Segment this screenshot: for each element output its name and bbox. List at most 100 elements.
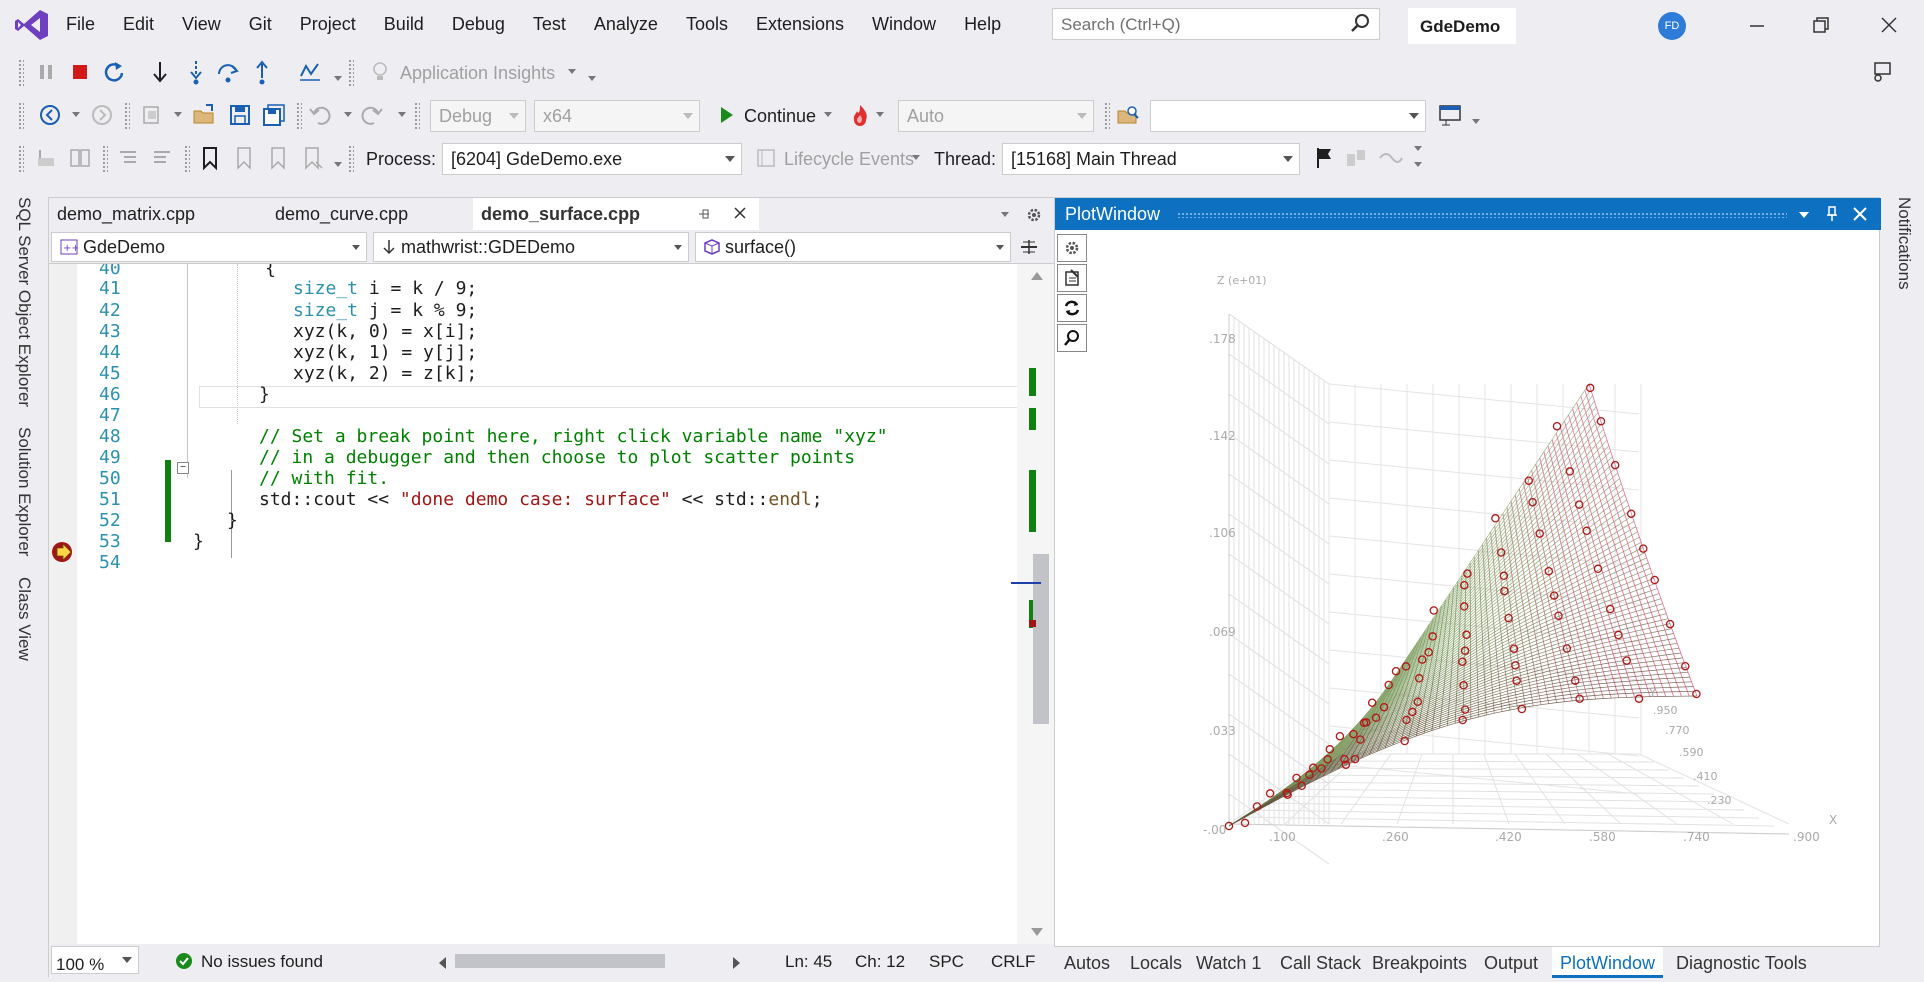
clear-bookmarks-icon[interactable]	[298, 144, 326, 172]
step-into-icon[interactable]	[182, 58, 210, 86]
continue-button[interactable]: Continue	[744, 106, 816, 127]
toolbar-grip[interactable]	[102, 145, 108, 173]
close-icon[interactable]	[1853, 207, 1867, 221]
outdent-icon[interactable]	[148, 144, 176, 172]
stack-frame-icon[interactable]	[32, 144, 60, 172]
feedback-icon[interactable]	[1868, 58, 1896, 86]
dropdown-arrow-icon[interactable]	[1472, 119, 1480, 124]
show-threads-in-source-icon[interactable]	[1376, 144, 1404, 172]
menu-window[interactable]: Window	[858, 14, 950, 35]
scroll-thumb[interactable]	[1033, 554, 1049, 724]
dropdown-arrow-icon[interactable]	[174, 112, 182, 117]
scroll-left-icon[interactable]	[439, 957, 446, 969]
horizontal-scroll-thumb[interactable]	[455, 954, 665, 968]
bookmark-icon[interactable]	[196, 144, 224, 172]
dropdown-arrow-icon[interactable]	[912, 155, 920, 160]
menu-project[interactable]: Project	[286, 14, 370, 35]
dropdown-arrow-icon[interactable]	[1414, 162, 1422, 167]
visual-studio-logo-icon[interactable]	[14, 8, 50, 42]
toolbar-grip[interactable]	[18, 102, 24, 130]
tab-call-stack[interactable]: Call Stack	[1280, 953, 1361, 974]
plot-window-title-bar[interactable]: PlotWindow	[1055, 198, 1881, 230]
undo-icon[interactable]	[306, 101, 334, 129]
dropdown-arrow-icon[interactable]	[1414, 146, 1422, 151]
pin-icon[interactable]	[697, 207, 711, 221]
pin-icon[interactable]	[1825, 206, 1839, 222]
tab-demo-surface[interactable]: demo_surface.cpp	[473, 198, 759, 230]
toolbar-grip[interactable]	[18, 145, 24, 173]
plot-zoom-button[interactable]	[1057, 324, 1087, 352]
application-insights-button[interactable]: Application Insights	[400, 63, 555, 84]
line-indicator[interactable]: Ln: 45	[785, 952, 832, 972]
restart-icon[interactable]	[100, 58, 128, 86]
new-project-icon[interactable]	[138, 101, 166, 129]
dropdown-arrow-icon[interactable]	[334, 76, 342, 81]
toolbar-grip[interactable]	[348, 59, 354, 87]
toolbar-grip[interactable]	[1104, 102, 1110, 130]
find-combo-input[interactable]	[1150, 100, 1426, 132]
lifecycle-events-icon[interactable]	[752, 144, 780, 172]
previous-bookmark-icon[interactable]	[230, 144, 258, 172]
menu-file[interactable]: File	[52, 14, 109, 35]
plot-refresh-button[interactable]	[1057, 294, 1087, 322]
menu-debug[interactable]: Debug	[438, 14, 519, 35]
dropdown-arrow-icon[interactable]	[588, 76, 596, 81]
solution-explorer-icon[interactable]	[1436, 101, 1464, 129]
save-all-icon[interactable]	[260, 101, 288, 129]
member-select[interactable]: surface()	[695, 232, 1011, 262]
stop-icon[interactable]	[66, 58, 94, 86]
indent-icon[interactable]	[114, 144, 142, 172]
dropdown-arrow-icon[interactable]	[876, 112, 884, 117]
tab-watch-1[interactable]: Watch 1	[1196, 953, 1261, 974]
step-out-icon[interactable]	[248, 58, 276, 86]
whitespace-indicator[interactable]: SPC	[929, 952, 964, 972]
menu-git[interactable]: Git	[235, 14, 286, 35]
auto-select[interactable]: Auto	[898, 100, 1094, 132]
scroll-down-icon[interactable]	[1031, 928, 1043, 936]
menu-extensions[interactable]: Extensions	[742, 14, 858, 35]
hot-reload-icon[interactable]	[296, 58, 324, 86]
tab-class-view[interactable]: Class View	[14, 577, 34, 661]
toolbar-grip[interactable]	[414, 102, 420, 130]
split-editor-icon[interactable]	[1019, 238, 1039, 256]
menu-edit[interactable]: Edit	[109, 14, 168, 35]
window-menu-icon[interactable]	[1799, 212, 1809, 218]
play-icon[interactable]	[712, 101, 740, 129]
menu-analyze[interactable]: Analyze	[580, 14, 672, 35]
tab-list-dropdown-icon[interactable]	[1001, 212, 1009, 217]
menu-help[interactable]: Help	[950, 14, 1015, 35]
menu-tools[interactable]: Tools	[672, 14, 742, 35]
issues-status[interactable]: No issues found	[201, 952, 323, 972]
toolbar-grip[interactable]	[124, 102, 130, 130]
back-icon[interactable]	[36, 101, 64, 129]
project-select[interactable]: ++ GdeDemo	[51, 232, 367, 262]
tab-breakpoints[interactable]: Breakpoints	[1372, 953, 1467, 974]
dropdown-arrow-icon[interactable]	[824, 112, 832, 117]
tab-diagnostic-tools[interactable]: Diagnostic Tools	[1676, 953, 1807, 974]
toolbar-grip[interactable]	[18, 59, 24, 87]
dropdown-arrow-icon[interactable]	[398, 112, 406, 117]
tab-solution-explorer[interactable]: Solution Explorer	[14, 427, 34, 556]
find-in-files-icon[interactable]	[1114, 101, 1142, 129]
dropdown-arrow-icon[interactable]	[344, 112, 352, 117]
next-bookmark-icon[interactable]	[264, 144, 292, 172]
forward-icon[interactable]	[88, 101, 116, 129]
search-input[interactable]: Search (Ctrl+Q)	[1052, 8, 1380, 40]
open-file-icon[interactable]	[190, 101, 218, 129]
flag-all-threads-icon[interactable]	[1342, 144, 1370, 172]
avatar[interactable]: FD	[1658, 12, 1686, 40]
tab-output[interactable]: Output	[1484, 953, 1538, 974]
process-select[interactable]: [6204] GdeDemo.exe	[442, 143, 742, 175]
scope-select[interactable]: mathwrist::GDEDemo	[373, 232, 689, 262]
solution-platform-select[interactable]: x64	[534, 100, 700, 132]
tab-locals[interactable]: Locals	[1130, 953, 1182, 974]
dropdown-arrow-icon[interactable]	[72, 112, 80, 117]
surface-plot[interactable]: Z (e+01) .178 .142 .106 .069 .033 -.00 .…	[1089, 234, 1879, 944]
close-window-icon[interactable]	[1874, 10, 1904, 40]
tab-notifications[interactable]: Notifications	[1894, 197, 1914, 290]
tab-autos[interactable]: Autos	[1064, 953, 1110, 974]
scroll-right-icon[interactable]	[733, 957, 740, 969]
settings-gear-icon[interactable]	[1025, 206, 1043, 224]
threads-icon[interactable]	[66, 144, 94, 172]
pause-icon[interactable]	[32, 58, 60, 86]
